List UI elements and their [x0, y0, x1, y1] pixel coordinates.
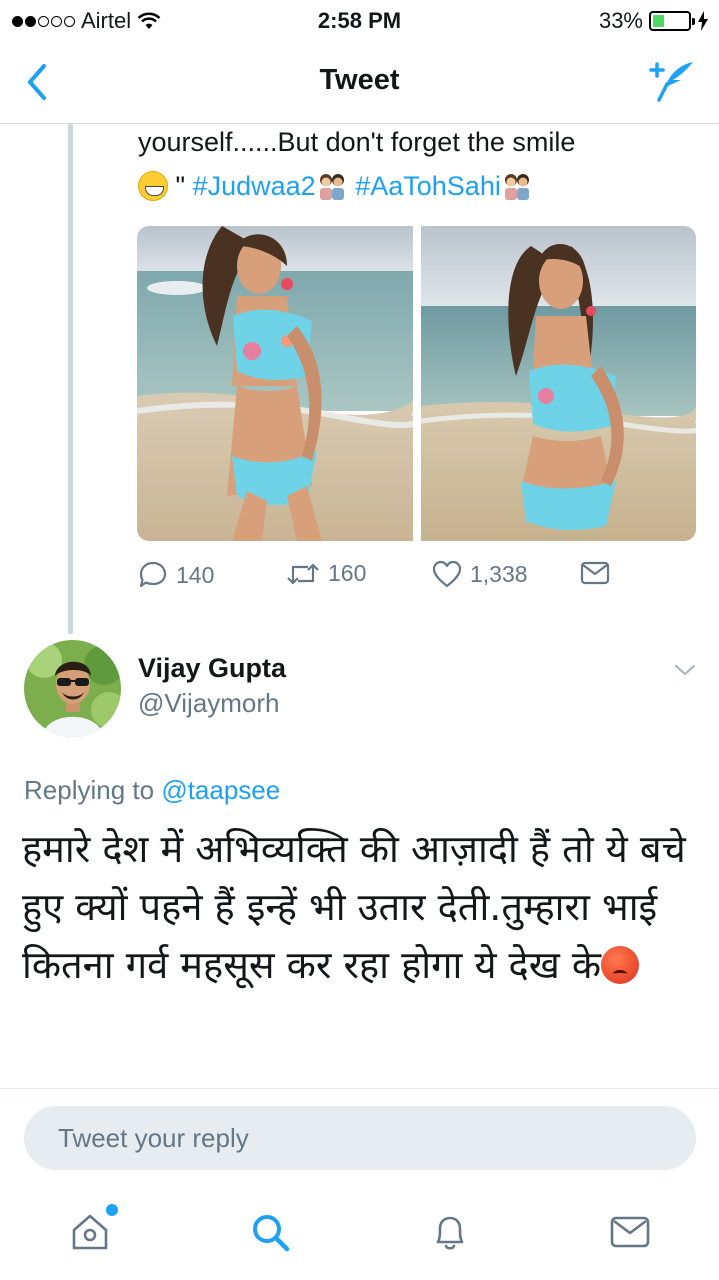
page-title: Tweet: [319, 64, 400, 96]
status-right: 33%: [599, 8, 709, 34]
direct-message-action-button[interactable]: [580, 560, 610, 586]
tweet-text: yourself......But don't forget the smile…: [138, 120, 698, 208]
tab-bar: [0, 1190, 719, 1280]
author-name[interactable]: Vijay Gupta: [138, 653, 286, 684]
retweet-icon: [287, 563, 319, 584]
tab-notifications[interactable]: [428, 1210, 472, 1254]
replying-to-label: Replying to: [24, 775, 162, 805]
couple-emoji-icon: [504, 174, 529, 200]
notification-dot: [106, 1204, 118, 1216]
hashtag-link-aatohsahi[interactable]: #AaTohSahi: [355, 171, 501, 201]
battery-icon: [649, 11, 695, 31]
search-icon: [253, 1215, 290, 1252]
tweet-text-line-2: " #Judwaa2 #AaTohSahi: [138, 164, 698, 208]
thread-line: [68, 124, 73, 634]
quote-mark: ": [168, 171, 193, 201]
reply-text: हमारे देश में अभिव्यक्ति की आज़ादी हैं त…: [22, 820, 702, 994]
retweet-count: 160: [328, 560, 367, 586]
angry-face-emoji-icon: [601, 946, 640, 984]
compose-tweet-icon[interactable]: [647, 58, 697, 104]
tweet-actions: 140 160 1,338: [138, 560, 698, 600]
status-bar: Airtel 2:58 PM 33%: [0, 0, 719, 40]
charging-bolt-icon: [698, 11, 708, 31]
tweet-photo-1[interactable]: [137, 226, 413, 541]
replying-to-line: Replying to @taapsee: [24, 775, 280, 806]
like-action-button[interactable]: 1,338: [432, 560, 528, 588]
heart-icon: [432, 560, 462, 588]
beach-photo-image: [421, 226, 696, 541]
grinning-face-emoji-icon: [138, 171, 168, 201]
tab-messages[interactable]: [608, 1210, 652, 1254]
envelope-icon: [580, 561, 610, 585]
chevron-down-icon[interactable]: [673, 660, 697, 680]
retweet-action-button[interactable]: 160: [286, 560, 366, 587]
bell-icon: [436, 1216, 464, 1250]
tab-search[interactable]: [248, 1210, 292, 1254]
home-icon: [72, 1214, 108, 1250]
hashtag-link-judwaa2[interactable]: #Judwaa2: [193, 171, 316, 201]
avatar-image: [24, 640, 121, 737]
divider: [0, 1088, 719, 1089]
reply-count: 140: [176, 561, 215, 588]
author-handle[interactable]: @Vijaymorh: [138, 688, 280, 719]
tweet-photo-2[interactable]: [421, 226, 696, 541]
envelope-icon: [610, 1216, 650, 1248]
battery-fill: [653, 15, 665, 27]
couple-emoji-icon: [319, 174, 344, 200]
battery-percent: 33%: [598, 8, 643, 33]
reply-input[interactable]: Tweet your reply: [24, 1106, 696, 1170]
reply-bubble-icon: [139, 561, 167, 588]
reply-action-button[interactable]: 140: [138, 560, 214, 590]
reply-input-placeholder: Tweet your reply: [58, 1123, 249, 1153]
nav-bar: Tweet: [0, 40, 719, 124]
like-count: 1,338: [470, 560, 528, 587]
beach-photo-image: [137, 226, 413, 541]
avatar[interactable]: [24, 640, 121, 737]
mention-link[interactable]: @taapsee: [161, 775, 280, 805]
reply-text-body: हमारे देश में अभिव्यक्ति की आज़ादी हैं त…: [22, 827, 686, 987]
tab-home[interactable]: [68, 1204, 118, 1254]
tweet-text-line: yourself......But don't forget the smile: [138, 127, 576, 157]
